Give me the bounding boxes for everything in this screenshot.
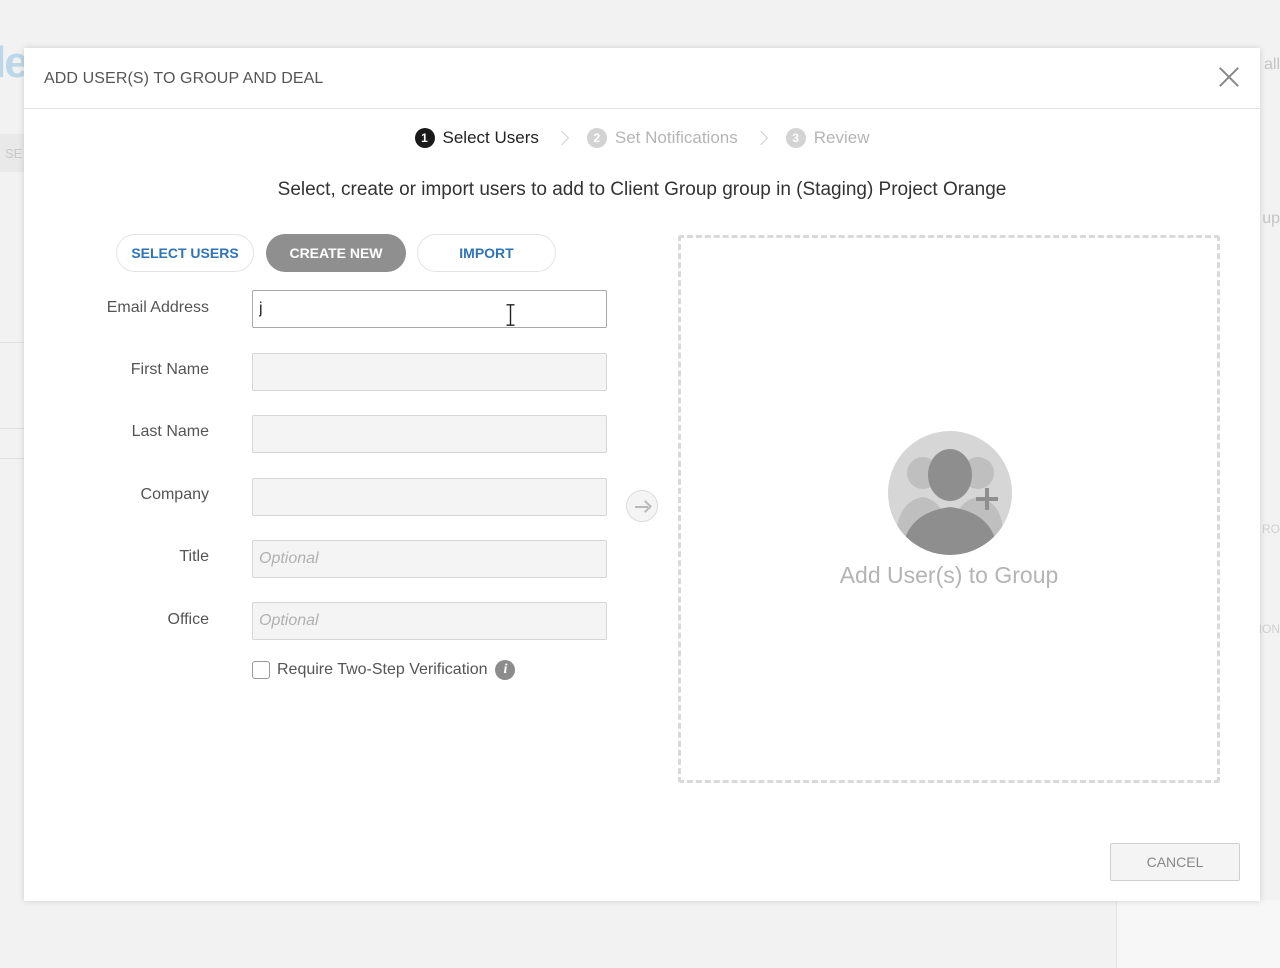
last-name-label: Last Name [131, 423, 209, 440]
step-number: 3 [785, 128, 806, 148]
text-cursor-icon [506, 304, 515, 326]
step-label: Set Notifications [614, 128, 738, 147]
added-users-dropzone: Add User(s) to Group [678, 235, 1220, 783]
last-name-input[interactable] [252, 415, 607, 453]
background-divider [0, 458, 24, 459]
background-right-text: all [1263, 56, 1280, 73]
step-number: 1 [414, 128, 435, 148]
tab-create-new[interactable]: CREATE NEW [266, 234, 406, 272]
close-icon[interactable] [1216, 64, 1242, 90]
company-label: Company [140, 486, 209, 503]
dropzone-label: Add User(s) to Group [839, 562, 1059, 588]
step-review: 3 Review [785, 128, 870, 148]
step-set-notifications: 2 Set Notifications [586, 128, 738, 148]
two-step-row: Require Two-Step Verification i [252, 660, 516, 680]
background-left-label: SE [5, 146, 23, 161]
chevron-right-icon [554, 130, 569, 146]
add-users-icon [888, 431, 1012, 555]
tab-select-users[interactable]: SELECT USERS [116, 234, 254, 272]
modal-header: ADD USER(S) TO GROUP AND DEAL [24, 48, 1260, 109]
background-right-text: up [1262, 210, 1280, 227]
company-input[interactable] [252, 478, 607, 516]
background-left-header: SE [0, 134, 24, 172]
cancel-button[interactable]: CANCEL [1110, 843, 1240, 881]
background-logo: le [0, 38, 29, 87]
title-label: Title [179, 548, 209, 565]
tab-import[interactable]: IMPORT [417, 234, 556, 272]
modal-title: ADD USER(S) TO GROUP AND DEAL [44, 70, 324, 87]
step-label: Review [813, 128, 870, 147]
first-name-input[interactable] [252, 353, 607, 391]
step-number: 2 [586, 128, 607, 148]
two-step-label: Require Two-Step Verification [277, 661, 488, 678]
title-input[interactable] [252, 540, 607, 578]
two-step-checkbox[interactable] [252, 661, 270, 679]
step-select-users: 1 Select Users [414, 128, 539, 148]
office-label: Office [167, 611, 210, 628]
stepper: 1 Select Users 2 Set Notifications 3 Rev… [24, 128, 1260, 148]
step-label: Select Users [442, 128, 539, 147]
background-divider [0, 342, 24, 343]
first-name-label: First Name [130, 361, 209, 378]
background-divider [0, 428, 24, 429]
chevron-right-icon [753, 130, 768, 146]
background-panel [1116, 900, 1280, 968]
add-users-modal: ADD USER(S) TO GROUP AND DEAL 1 Select U… [24, 48, 1260, 901]
office-input[interactable] [252, 602, 607, 640]
background-right-text: ION [1258, 622, 1280, 636]
email-input[interactable] [252, 290, 607, 328]
email-label: Email Address [106, 299, 209, 316]
add-arrow-button[interactable] [626, 490, 658, 522]
info-icon[interactable]: i [495, 660, 516, 680]
modal-subtitle: Select, create or import users to add to… [277, 179, 1007, 200]
